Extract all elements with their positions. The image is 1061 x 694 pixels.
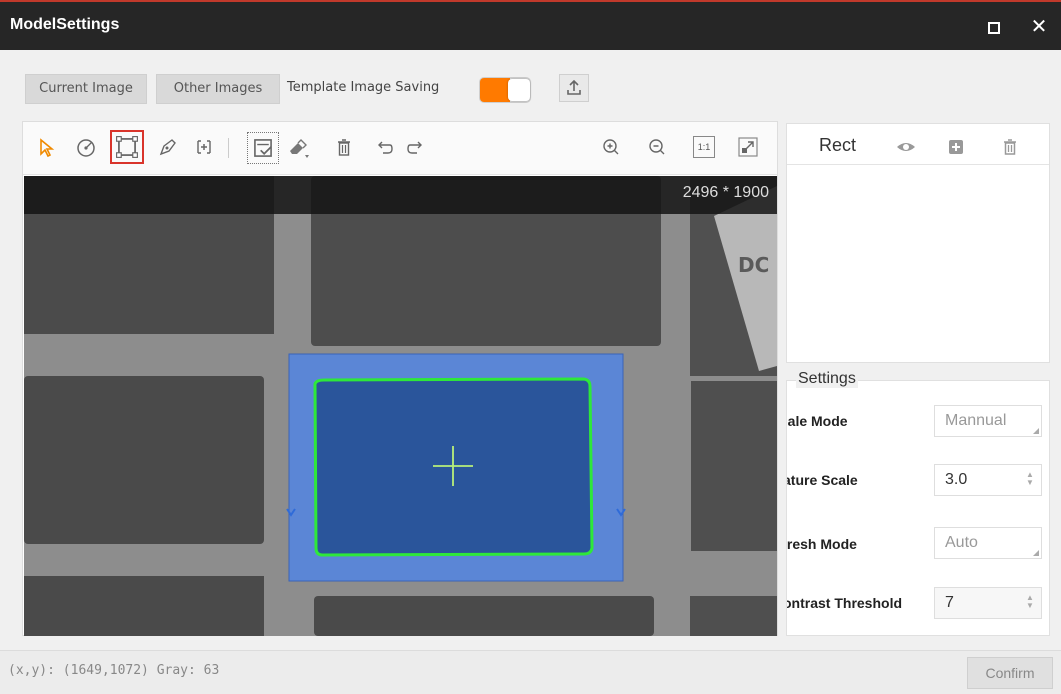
pen-tool-button[interactable] — [155, 134, 181, 160]
contrast-threshold-spinbox[interactable]: 7 ▲ ▼ — [934, 587, 1042, 619]
shape-type-label: Rect — [819, 135, 857, 155]
scale-mode-label: :ale Mode — [786, 413, 848, 429]
eraser-button[interactable] — [285, 134, 311, 160]
toggle-fill — [480, 78, 510, 102]
add-icon — [949, 140, 963, 154]
pen-tool-icon — [159, 139, 176, 156]
zoom-out-icon — [649, 139, 665, 155]
image-viewport[interactable]: DC 2496 * 1900 — [24, 176, 777, 636]
add-shape-button[interactable] — [945, 136, 967, 158]
resolution-bar: 2496 * 1900 — [24, 176, 777, 214]
other-images-button[interactable]: Other Images — [156, 74, 280, 104]
square-icon — [988, 21, 1000, 34]
coordinates-readout: (x,y): (1649,1072) Gray: 63 — [8, 663, 220, 678]
visibility-button[interactable] — [895, 136, 917, 158]
close-button[interactable]: ✕ — [1028, 16, 1050, 38]
rectangle-tool-icon — [116, 136, 138, 158]
divider — [787, 164, 1049, 165]
select-check-button[interactable] — [247, 132, 279, 164]
dropdown-corner-icon — [1033, 550, 1039, 556]
settings-title: Settings — [796, 370, 858, 388]
circle-tool-button[interactable] — [73, 134, 99, 160]
zoom-in-button[interactable] — [598, 134, 624, 160]
fit-screen-button[interactable] — [737, 136, 759, 158]
undo-icon — [378, 141, 393, 154]
actual-size-icon: 1:1 — [697, 142, 711, 152]
actual-size-button[interactable]: 1:1 — [693, 136, 715, 158]
delete-shape-button[interactable] — [999, 136, 1021, 158]
undo-button[interactable] — [371, 134, 397, 160]
maximize-button[interactable] — [983, 16, 1005, 38]
add-region-icon — [197, 140, 211, 154]
trash-icon — [1004, 139, 1016, 155]
spinner-arrows-icon[interactable]: ▲ ▼ — [1025, 471, 1035, 489]
window-title: ModelSettings — [10, 16, 120, 33]
template-saving-label: Template Image Saving — [287, 80, 440, 95]
image-toolbar: 1:1 — [23, 122, 777, 175]
feature-scale-label: ature Scale — [786, 472, 858, 488]
upload-button[interactable] — [559, 74, 589, 102]
image-panel: 1:1 DC 2496 * 1900 — [22, 121, 778, 636]
thresh-mode-select[interactable]: Auto — [934, 527, 1042, 559]
redo-button[interactable] — [403, 134, 429, 160]
feature-scale-spinbox[interactable]: 3.0 ▲ ▼ — [934, 464, 1042, 496]
delete-icon — [338, 139, 350, 156]
template-saving-toggle[interactable] — [479, 77, 531, 103]
status-bar: (x,y): (1649,1072) Gray: 63 — [0, 650, 1061, 694]
delete-button[interactable] — [331, 134, 357, 160]
confirm-button[interactable]: Confirm — [967, 657, 1053, 689]
shape-list-panel: Rect — [786, 123, 1050, 363]
toolbar-divider — [228, 138, 229, 158]
scale-mode-select[interactable]: Mannual — [934, 405, 1042, 437]
fit-screen-icon — [738, 137, 758, 157]
redo-icon — [407, 141, 422, 154]
thresh-mode-label: ıresh Mode — [786, 536, 857, 552]
current-image-button[interactable]: Current Image — [25, 74, 147, 104]
eye-icon — [897, 143, 915, 151]
spinner-arrows-icon[interactable]: ▲ ▼ — [1025, 594, 1035, 612]
dropdown-corner-icon — [1033, 428, 1039, 434]
cursor-tool-button[interactable] — [33, 134, 59, 160]
add-region-button[interactable] — [191, 134, 217, 160]
rectangle-tool-button[interactable] — [110, 130, 144, 164]
resolution-label: 2496 * 1900 — [682, 184, 769, 201]
eraser-icon — [290, 139, 309, 158]
x-icon: ✕ — [1030, 16, 1048, 38]
settings-panel: :ale Mode Mannual ature Scale 3.0 ▲ ▼ ıre… — [786, 380, 1050, 636]
zoom-in-icon — [603, 139, 619, 155]
camera-image: DC — [24, 176, 777, 636]
circle-tool-icon — [77, 139, 95, 157]
toggle-knob — [508, 79, 530, 101]
upload-icon — [567, 79, 581, 95]
contrast-threshold-label: ontrast Threshold — [786, 595, 903, 611]
cursor-arrow-icon — [40, 138, 55, 158]
zoom-out-button[interactable] — [644, 134, 670, 160]
select-check-icon — [254, 139, 272, 157]
svg-text:DC: DC — [738, 253, 769, 277]
title-bar: ModelSettings ✕ — [0, 0, 1061, 50]
